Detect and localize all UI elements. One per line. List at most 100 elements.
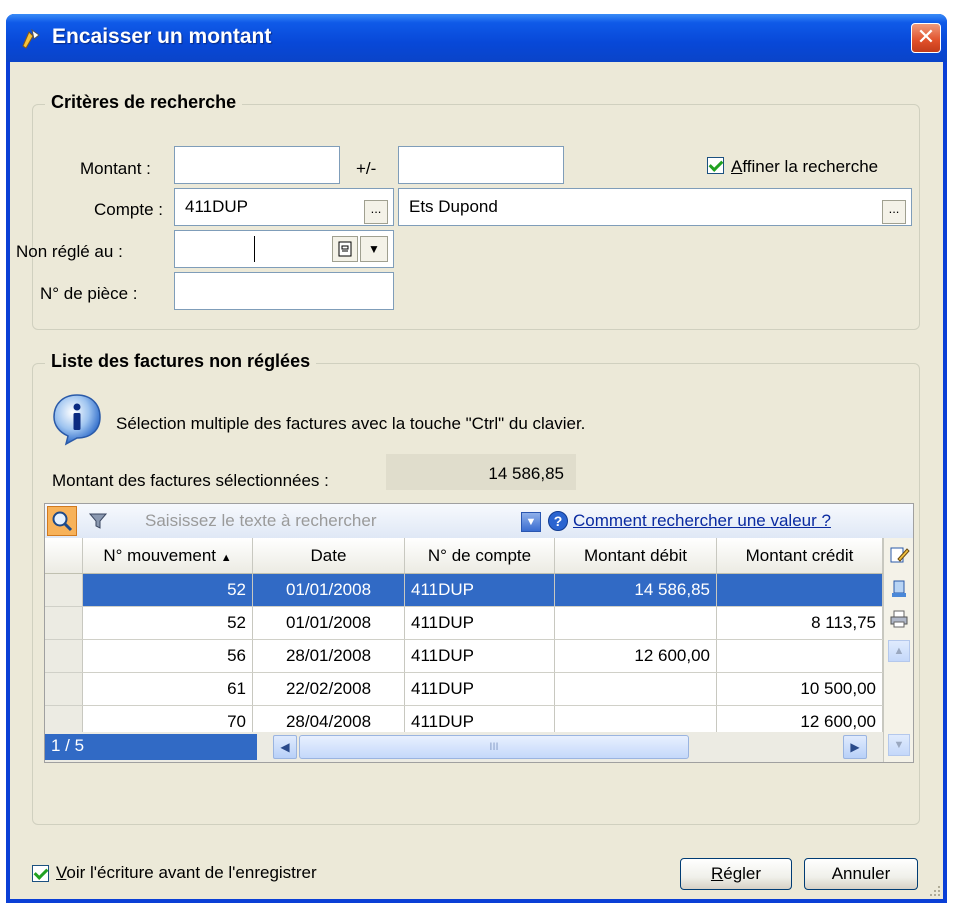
cell-credit [717, 640, 883, 672]
row-header-corner [45, 538, 83, 573]
chevron-down-icon: ▼ [525, 516, 537, 528]
col-header-mouvement[interactable]: N° mouvement ▲ [83, 538, 253, 573]
invoices-grid: Saisissez le texte à rechercher ▼ ? Comm… [44, 503, 914, 763]
grid-search-input[interactable]: Saisissez le texte à rechercher [145, 511, 505, 531]
info-text: Sélection multiple des factures avec la … [116, 414, 586, 433]
vscroll-down-button[interactable]: ▼ [888, 734, 910, 756]
compte-label: Compte : [94, 200, 163, 219]
col-header-debit[interactable]: Montant débit [555, 538, 717, 573]
cell-compte: 411DUP [405, 673, 555, 705]
cell-credit: 8 113,75 [717, 607, 883, 639]
refine-label-rest: ffiner la recherche [742, 157, 879, 176]
cell-debit [555, 673, 717, 705]
row-header[interactable] [45, 673, 83, 705]
table-row[interactable]: 52 01/01/2008 411DUP 14 586,85 [45, 574, 883, 607]
compte-input[interactable]: 411DUP [174, 188, 394, 226]
selected-total-label: Montant des factures sélectionnées : [52, 471, 329, 490]
resize-grip-icon[interactable] [927, 883, 941, 897]
cell-debit: 14 586,85 [555, 574, 717, 606]
chevron-down-icon: ▼ [368, 242, 380, 256]
grid-action-sidebar: ▲ ▼ [883, 538, 913, 762]
date-dropdown-button[interactable]: ▼ [360, 236, 388, 262]
hscroll-left-button[interactable]: ◀ [273, 735, 297, 759]
selected-total-value: 14 586,85 [386, 454, 576, 490]
cell-debit [555, 607, 717, 639]
row-header[interactable] [45, 640, 83, 672]
search-icon [52, 511, 73, 532]
info-icon [53, 394, 101, 446]
pay-button[interactable]: Régler [680, 858, 792, 890]
compte-browse-button[interactable]: ... [364, 200, 388, 224]
compte-name-input[interactable]: Ets Dupond [398, 188, 912, 226]
cell-compte: 411DUP [405, 574, 555, 606]
hscroll-thumb[interactable]: III [299, 735, 689, 759]
close-button[interactable]: ✕ [911, 23, 941, 53]
col-header-date[interactable]: Date [253, 538, 405, 573]
svg-text:?: ? [554, 513, 563, 529]
title-bar[interactable]: Encaisser un montant ✕ [6, 14, 947, 62]
criteria-legend: Critères de recherche [45, 92, 243, 113]
vscroll-up-button[interactable]: ▲ [888, 640, 910, 662]
filter-icon[interactable] [87, 510, 109, 532]
search-dropdown-button[interactable]: ▼ [521, 512, 541, 532]
preview-label-rest: oir l'écriture avant de l'enregistrer [66, 863, 317, 882]
edit-icon[interactable] [888, 544, 910, 566]
preview-accel: V [56, 863, 67, 882]
grid-footer: 1 / 5 ◀ III ▶ [45, 732, 883, 762]
chevron-left-icon: ◀ [280, 740, 290, 754]
window-title: Encaisser un montant [52, 25, 272, 48]
app-icon [22, 28, 40, 49]
cell-date: 22/02/2008 [253, 673, 405, 705]
hscroll-grip: III [489, 741, 499, 753]
montant-input[interactable] [174, 146, 340, 184]
table-row[interactable]: 52 01/01/2008 411DUP 8 113,75 [45, 607, 883, 640]
print-icon[interactable] [888, 608, 910, 630]
plusminus-label: +/- [356, 159, 377, 178]
cell-date: 01/01/2008 [253, 607, 405, 639]
cell-mouvement: 52 [83, 607, 253, 639]
search-toggle-button[interactable] [47, 506, 77, 536]
preview-label[interactable]: Voir l'écriture avant de l'enregistrer [56, 863, 317, 883]
export-icon[interactable] [888, 578, 910, 600]
grid-header: N° mouvement ▲ Date N° de compte Montant… [45, 538, 883, 574]
dialog-body: Critères de recherche Montant : +/- Affi… [10, 62, 943, 899]
invoices-legend: Liste des factures non réglées [45, 351, 317, 372]
close-icon: ✕ [916, 24, 936, 49]
chevron-right-icon: ▶ [850, 740, 860, 754]
pager-count: 1 / 5 [45, 734, 257, 760]
table-row[interactable]: 61 22/02/2008 411DUP 10 500,00 [45, 673, 883, 706]
montant-label: Montant : [80, 159, 151, 178]
compte-name-browse-button[interactable]: ... [882, 200, 906, 224]
col-header-mouvement-label: N° mouvement [103, 546, 216, 565]
hscroll-right-button[interactable]: ▶ [843, 735, 867, 759]
help-link[interactable]: Comment rechercher une valeur ? [573, 511, 831, 531]
sort-asc-icon: ▲ [220, 552, 232, 564]
cell-credit: 10 500,00 [717, 673, 883, 705]
table-row[interactable]: 56 28/01/2008 411DUP 12 600,00 [45, 640, 883, 673]
help-icon: ? [548, 511, 568, 531]
preview-checkbox[interactable] [32, 865, 49, 882]
refine-label[interactable]: Affiner la recherche [731, 157, 878, 177]
non-regle-label: Non réglé au : [16, 242, 123, 261]
cancel-button[interactable]: Annuler [804, 858, 918, 890]
cell-compte: 411DUP [405, 640, 555, 672]
refine-checkbox[interactable] [707, 157, 724, 174]
row-header[interactable] [45, 607, 83, 639]
pay-accel: R [710, 864, 724, 883]
cell-date: 28/01/2008 [253, 640, 405, 672]
cell-mouvement: 61 [83, 673, 253, 705]
chevron-down-icon: ▼ [893, 739, 905, 751]
refine-accel: A [731, 157, 743, 176]
row-header[interactable] [45, 574, 83, 606]
col-header-compte[interactable]: N° de compte [405, 538, 555, 573]
tolerance-input[interactable] [398, 146, 564, 184]
cell-debit: 12 600,00 [555, 640, 717, 672]
piece-label: N° de pièce : [40, 284, 138, 303]
dialog-window: Encaisser un montant ✕ Critères de reche… [6, 14, 947, 903]
piece-input[interactable] [174, 272, 394, 310]
col-header-credit[interactable]: Montant crédit [717, 538, 883, 573]
cell-date: 01/01/2008 [253, 574, 405, 606]
cell-mouvement: 56 [83, 640, 253, 672]
calendar-button[interactable] [332, 236, 358, 262]
cell-compte: 411DUP [405, 607, 555, 639]
